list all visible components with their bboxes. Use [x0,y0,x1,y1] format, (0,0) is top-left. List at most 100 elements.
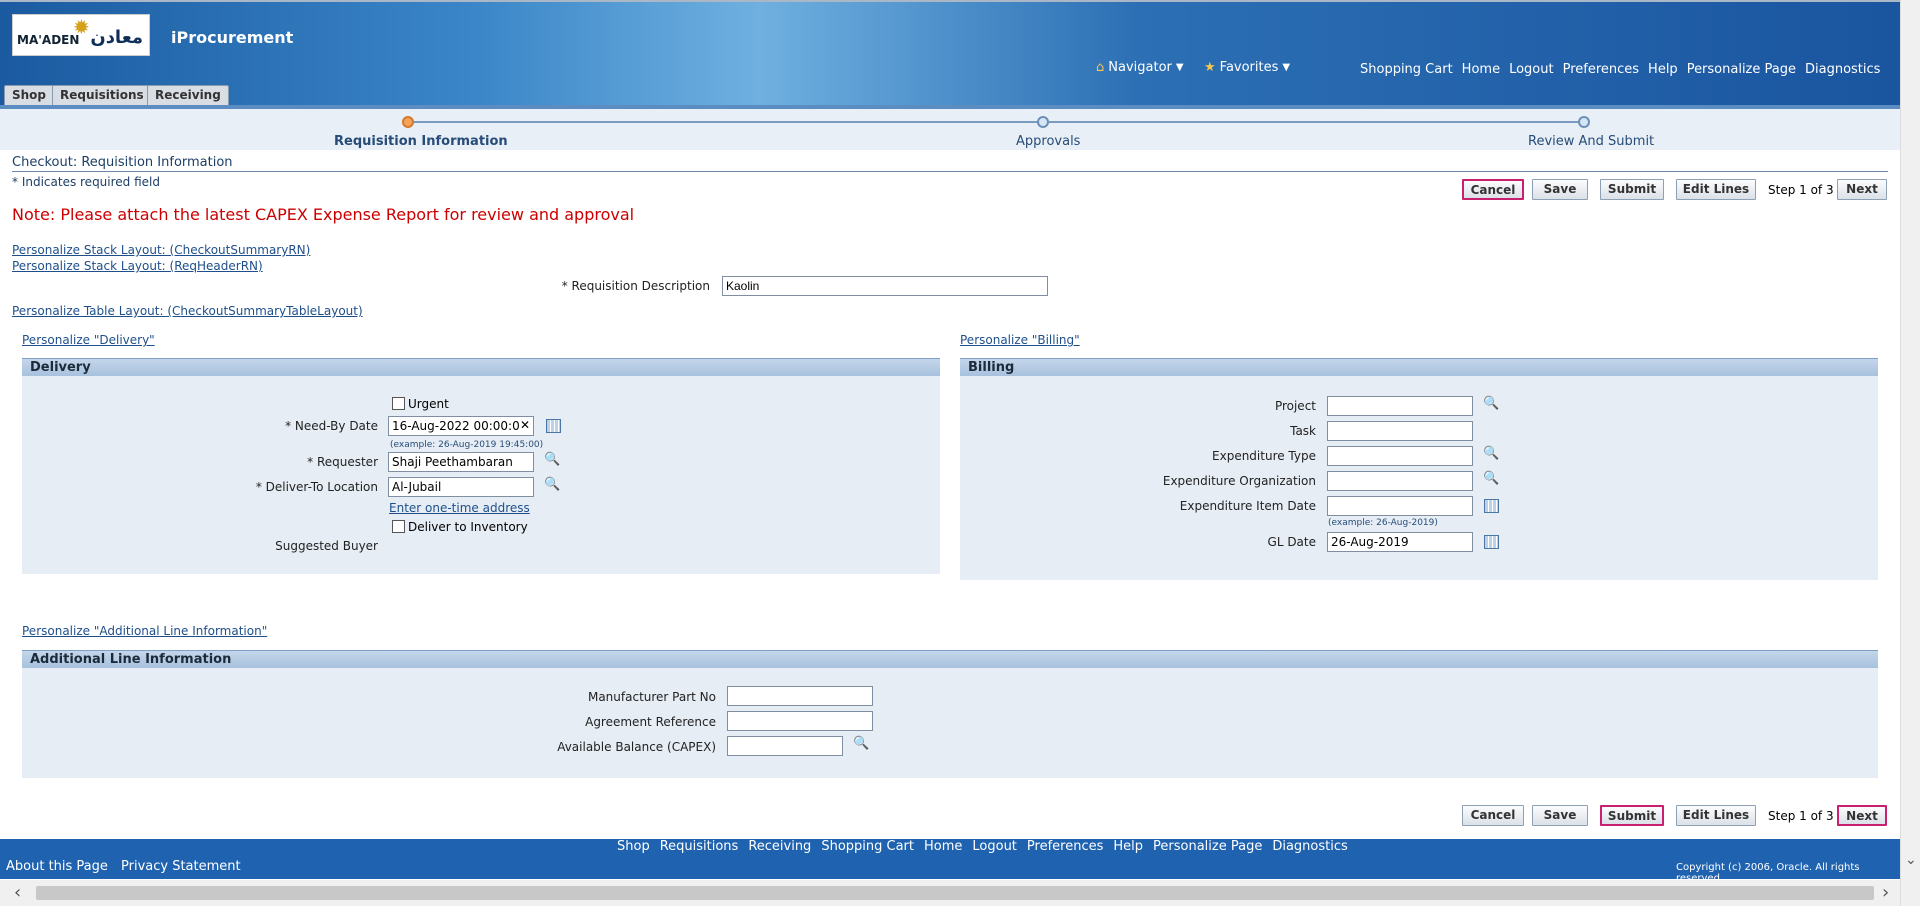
train-step-3-dot [1578,116,1590,128]
personalize-additional-line-link[interactable]: Personalize "Additional Line Information… [22,624,267,638]
link-diagnostics[interactable]: Diagnostics [1805,62,1880,77]
expenditure-type-search-icon[interactable]: 🔍 [1483,446,1499,461]
favorites-label: Favorites [1219,60,1279,75]
step-indicator-bottom: Step 1 of 3 [1768,809,1834,823]
deliver-to-inventory-label: Deliver to Inventory [408,520,528,534]
footer-link-preferences[interactable]: Preferences [1027,839,1103,854]
delivery-header: Delivery [22,358,940,376]
footer-link-receiving[interactable]: Receiving [748,839,811,854]
footer-link-help[interactable]: Help [1113,839,1143,854]
footer-link-requisitions[interactable]: Requisitions [660,839,739,854]
about-this-page-link[interactable]: About this Page [6,859,108,874]
requisition-description-label: * Requisition Description [561,279,710,293]
gl-date-input[interactable]: 26-Aug-2019 [1327,532,1473,552]
save-button-bottom[interactable]: Save [1532,805,1588,826]
link-shopping-cart[interactable]: Shopping Cart [1360,62,1453,77]
footer-link-personalize-page[interactable]: Personalize Page [1153,839,1262,854]
cancel-button[interactable]: Cancel [1462,179,1524,200]
expenditure-item-date-input[interactable] [1327,496,1473,516]
footer-link-home[interactable]: Home [924,839,962,854]
footer-link-logout[interactable]: Logout [972,839,1017,854]
train-step-review-and-submit: Review And Submit [1528,134,1655,149]
next-button[interactable]: Next [1837,179,1887,200]
next-button-bottom[interactable]: Next [1837,805,1887,826]
train-step-2-dot [1037,116,1049,128]
need-by-date-value: 16-Aug-2022 00:00:0 [392,419,520,433]
urgent-checkbox[interactable] [392,397,405,410]
requester-label: * Requester [307,455,378,469]
privacy-statement-link[interactable]: Privacy Statement [121,859,241,874]
scroll-down-icon[interactable]: ⌄ [1905,852,1917,868]
train-step-1-dot [402,116,414,128]
submit-button-bottom[interactable]: Submit [1600,805,1664,826]
personalize-stack-checkout-link[interactable]: Personalize Stack Layout: (CheckoutSumma… [12,243,310,257]
edit-lines-button[interactable]: Edit Lines [1676,179,1756,200]
project-input[interactable] [1327,396,1473,416]
requester-search-icon[interactable]: 🔍 [544,452,560,467]
requester-input[interactable]: Shaji Peethambaran [388,452,534,472]
personalize-table-layout-link[interactable]: Personalize Table Layout: (CheckoutSumma… [12,304,363,318]
link-personalize-page[interactable]: Personalize Page [1687,62,1796,77]
footer-link-diagnostics[interactable]: Diagnostics [1272,839,1347,854]
available-balance-input[interactable] [727,736,843,756]
link-logout[interactable]: Logout [1509,62,1554,77]
page-title: Checkout: Requisition Information [12,155,1888,172]
horizontal-scroll-thumb[interactable] [36,886,1874,900]
scroll-right-icon[interactable]: › [1882,882,1889,903]
cancel-button-bottom[interactable]: Cancel [1462,805,1524,826]
project-search-icon[interactable]: 🔍 [1483,396,1499,411]
available-balance-search-icon[interactable]: 🔍 [853,736,869,751]
project-label: Project [1274,399,1316,413]
footer-link-shopping-cart[interactable]: Shopping Cart [821,839,914,854]
task-label: Task [1290,424,1316,438]
tab-requisitions[interactable]: Requisitions [52,85,152,107]
link-preferences[interactable]: Preferences [1563,62,1639,77]
calendar-icon[interactable] [1484,499,1499,513]
personalize-billing-link[interactable]: Personalize "Billing" [960,333,1080,347]
deliver-to-search-icon[interactable]: 🔍 [544,477,560,492]
manufacturer-part-input[interactable] [727,686,873,706]
navigator-menu[interactable]: ⌂ Navigator ▼ [1096,60,1184,75]
clear-icon[interactable]: ✕ [520,418,530,432]
link-home[interactable]: Home [1462,62,1500,77]
deliver-to-location-input[interactable]: Al-Jubail [388,477,534,497]
calendar-icon[interactable] [1484,535,1499,549]
tab-shop[interactable]: Shop [4,85,55,107]
expenditure-item-date-label: Expenditure Item Date [1179,499,1316,513]
tab-receiving[interactable]: Receiving [147,85,229,107]
footer-link-shop[interactable]: Shop [617,839,650,854]
navigator-label: Navigator [1108,60,1172,75]
calendar-icon[interactable] [546,419,561,433]
favorites-menu[interactable]: ★ Favorites ▼ [1204,60,1290,75]
personalize-stack-reqheader-link[interactable]: Personalize Stack Layout: (ReqHeaderRN) [12,259,263,273]
submit-button[interactable]: Submit [1600,179,1664,200]
expenditure-organization-search-icon[interactable]: 🔍 [1483,471,1499,486]
train-step-approvals: Approvals [1016,134,1081,149]
vertical-scrollbar[interactable]: ⌄ [1900,0,1920,906]
link-help[interactable]: Help [1648,62,1678,77]
global-links: Shopping Cart Home Logout Preferences He… [1360,62,1880,77]
logo-arabic-text: معادن [90,27,143,48]
agreement-reference-input[interactable] [727,711,873,731]
expenditure-type-input[interactable] [1327,446,1473,466]
urgent-label: Urgent [408,397,449,411]
agreement-reference-label: Agreement Reference [585,715,716,729]
horizontal-scrollbar[interactable]: ‹ › [0,880,1900,906]
personalize-delivery-link[interactable]: Personalize "Delivery" [22,333,155,347]
app-title: iProcurement [171,28,294,47]
scroll-left-icon[interactable]: ‹ [14,882,21,903]
need-by-date-input[interactable]: 16-Aug-2022 00:00:0 ✕ [388,416,534,436]
train-step-requisition-information: Requisition Information [334,134,508,149]
expenditure-type-label: Expenditure Type [1212,449,1316,463]
suggested-buyer-label: Suggested Buyer [275,539,378,553]
requisition-description-input[interactable] [722,276,1048,296]
expenditure-organization-input[interactable] [1327,471,1473,491]
save-button[interactable]: Save [1532,179,1588,200]
task-input[interactable] [1327,421,1473,441]
train-line [408,121,1584,123]
edit-lines-button-bottom[interactable]: Edit Lines [1676,805,1756,826]
deliver-to-inventory-checkbox[interactable] [392,520,405,533]
need-by-date-label: * Need-By Date [285,419,378,433]
enter-one-time-address-link[interactable]: Enter one-time address [389,501,530,515]
billing-header: Billing [960,358,1878,376]
